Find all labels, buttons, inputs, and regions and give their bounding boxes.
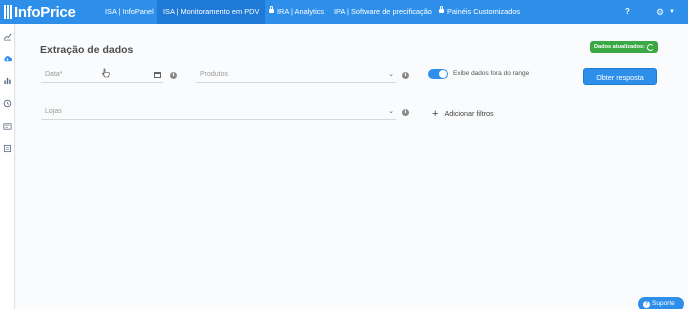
add-filters-button[interactable]: + Adicionar filtros bbox=[432, 107, 494, 120]
main-content bbox=[16, 24, 688, 309]
nav-item-ira-analytics[interactable]: IRA | Analytics bbox=[263, 0, 330, 24]
products-placeholder: Produtos bbox=[200, 71, 229, 78]
logo-text: InfoPrice bbox=[14, 3, 76, 21]
stores-select[interactable]: Lojas ⌄ bbox=[41, 106, 396, 120]
help-icon: ? bbox=[643, 301, 650, 308]
stores-info-icon[interactable]: i bbox=[402, 109, 409, 116]
chevron-down-icon: ⌄ bbox=[388, 108, 394, 115]
calendar-icon[interactable] bbox=[154, 72, 161, 78]
stores-placeholder: Lojas bbox=[45, 108, 62, 115]
gear-icon[interactable]: ⚙ bbox=[656, 0, 664, 24]
range-toggle-label: Exibe dados fora do range bbox=[453, 70, 530, 77]
nav-label: ISA | InfoPanel bbox=[105, 7, 154, 16]
document-icon[interactable] bbox=[3, 144, 12, 153]
nav-label: Painéis Customizados bbox=[447, 7, 521, 16]
report-icon[interactable] bbox=[3, 122, 12, 131]
top-navbar: InfoPrice ISA | InfoPanel ISA | Monitora… bbox=[0, 0, 688, 24]
date-info-icon[interactable]: i bbox=[170, 72, 177, 79]
cloud-download-icon[interactable] bbox=[3, 54, 12, 63]
status-badge: Dados atualizados: bbox=[590, 41, 658, 53]
add-filters-label: Adicionar filtros bbox=[444, 109, 494, 118]
trend-chart-icon[interactable] bbox=[3, 32, 12, 41]
range-toggle[interactable] bbox=[428, 69, 448, 79]
lock-icon bbox=[269, 6, 274, 13]
nav-item-ipa-software[interactable]: IPA | Software de precificação bbox=[328, 0, 438, 24]
nav-label: IPA | Software de precificação bbox=[334, 7, 432, 16]
help-button[interactable]: ? bbox=[625, 0, 630, 24]
logo[interactable]: InfoPrice bbox=[4, 3, 76, 21]
plus-icon: + bbox=[432, 108, 439, 120]
clock-icon[interactable] bbox=[3, 99, 12, 108]
bar-chart-icon[interactable] bbox=[3, 76, 12, 85]
sidebar bbox=[0, 24, 15, 309]
chevron-down-icon: ⌄ bbox=[388, 71, 394, 78]
products-select[interactable]: Produtos ⌄ bbox=[196, 69, 396, 83]
hand-cursor-icon bbox=[102, 68, 110, 78]
products-info-icon[interactable]: i bbox=[402, 72, 409, 79]
support-button[interactable]: ? Suporte bbox=[638, 297, 684, 309]
date-placeholder: Data* bbox=[45, 71, 63, 78]
nav-item-isa-infopanel[interactable]: ISA | InfoPanel bbox=[99, 0, 160, 24]
nav-item-isa-monitoramento[interactable]: ISA | Monitoramento em PDV bbox=[157, 0, 266, 24]
nav-item-paineis-customizados[interactable]: Painéis Customizados bbox=[433, 0, 526, 24]
page-title: Extração de dados bbox=[40, 44, 134, 56]
logo-bars-icon bbox=[4, 5, 12, 19]
lock-icon bbox=[439, 6, 444, 13]
nav-label: IRA | Analytics bbox=[277, 7, 325, 16]
chevron-down-icon[interactable]: ▼ bbox=[669, 0, 675, 24]
get-response-button[interactable]: Obter resposta bbox=[583, 68, 657, 85]
support-label: Suporte bbox=[652, 300, 675, 307]
status-badge-label: Dados atualizados: bbox=[594, 44, 645, 50]
nav-label: ISA | Monitoramento em PDV bbox=[163, 7, 260, 16]
loading-spinner-icon bbox=[647, 43, 654, 51]
